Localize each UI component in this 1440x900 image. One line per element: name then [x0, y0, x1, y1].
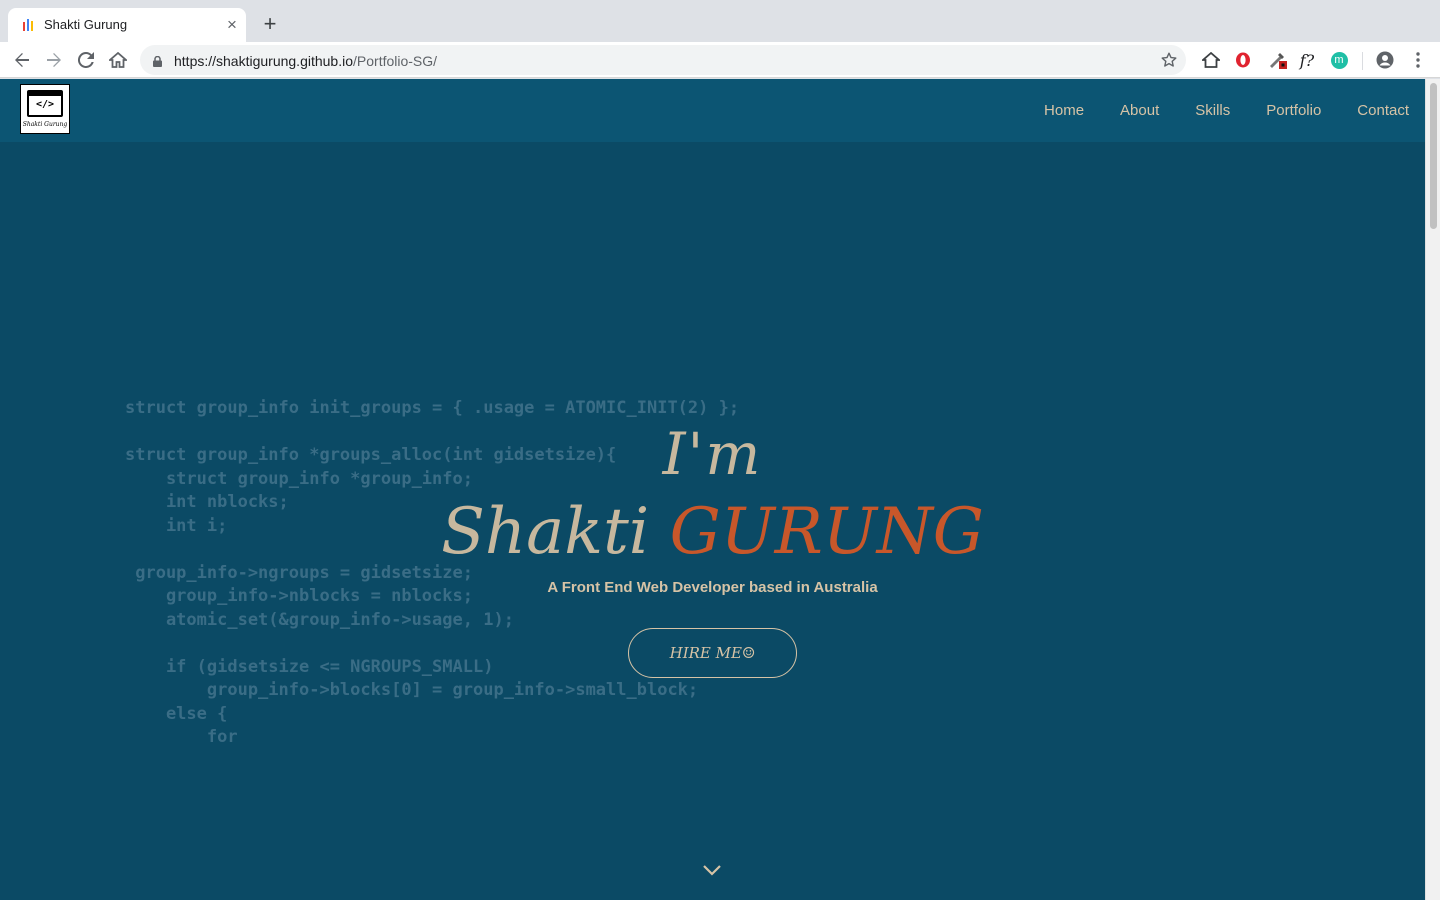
page-scrollbar[interactable]: [1425, 79, 1440, 900]
hero-name: Shakti GURUNG: [0, 495, 1425, 569]
toolbar-divider: [1362, 52, 1363, 70]
hire-me-button[interactable]: HIRE ME☺: [628, 628, 797, 678]
page-viewport: </> Shakti Gurung Home About Skills Port…: [0, 79, 1440, 900]
hero-intro: I'm: [662, 420, 763, 488]
lock-icon[interactable]: [153, 54, 162, 67]
m-extension-icon[interactable]: m: [1327, 48, 1351, 72]
home-extension-icon[interactable]: [1199, 48, 1223, 72]
nav-contact[interactable]: Contact: [1357, 102, 1409, 119]
nav-home[interactable]: Home: [1044, 102, 1084, 119]
hero-last-name: GURUNG: [669, 495, 984, 569]
tab-strip: Shakti Gurung × +: [0, 0, 1440, 42]
site-logo[interactable]: </> Shakti Gurung: [20, 84, 70, 134]
browser-tab[interactable]: Shakti Gurung ×: [8, 8, 246, 42]
nav-portfolio[interactable]: Portfolio: [1266, 102, 1321, 119]
logo-name-text: Shakti Gurung: [22, 121, 68, 128]
m-extension-label: m: [1330, 51, 1348, 69]
whatfont-icon[interactable]: f?: [1295, 48, 1319, 72]
hero-tagline: A Front End Web Developer based in Austr…: [547, 579, 878, 596]
main-nav: Home About Skills Portfolio Contact: [1044, 79, 1409, 142]
forward-arrow-icon[interactable]: [41, 47, 67, 73]
url-host: https://shaktigurung.github.io: [174, 53, 354, 69]
site-navbar: </> Shakti Gurung Home About Skills Port…: [0, 79, 1425, 142]
address-bar[interactable]: https://shaktigurung.github.io/Portfolio…: [140, 45, 1186, 75]
reload-icon[interactable]: [73, 47, 99, 73]
home-icon[interactable]: [105, 47, 131, 73]
profile-icon[interactable]: [1373, 48, 1397, 72]
url-text[interactable]: https://shaktigurung.github.io/Portfolio…: [174, 53, 437, 69]
star-icon[interactable]: [1158, 49, 1180, 71]
hero-section: I'm Shakti GURUNG A Front End Web Develo…: [0, 419, 1425, 678]
colorzilla-icon[interactable]: [1265, 48, 1289, 72]
chevron-down-icon[interactable]: [702, 863, 722, 877]
browser-toolbar: https://shaktigurung.github.io/Portfolio…: [0, 42, 1440, 78]
nav-about[interactable]: About: [1120, 102, 1159, 119]
new-tab-button[interactable]: +: [258, 12, 282, 36]
site-favicon-icon: [23, 19, 35, 31]
code-window-icon: </>: [27, 90, 63, 117]
logo-code-text: </>: [35, 99, 55, 110]
tab-title: Shakti Gurung: [44, 17, 128, 32]
back-arrow-icon[interactable]: [9, 47, 35, 73]
menu-icon[interactable]: [1406, 48, 1430, 72]
hero-first-name: Shakti: [441, 495, 650, 569]
nav-skills[interactable]: Skills: [1195, 102, 1230, 119]
opera-icon[interactable]: [1231, 48, 1255, 72]
scrollbar-thumb[interactable]: [1430, 83, 1437, 229]
tab-close-icon[interactable]: ×: [222, 15, 242, 35]
url-path: /Portfolio-SG/: [353, 53, 438, 69]
